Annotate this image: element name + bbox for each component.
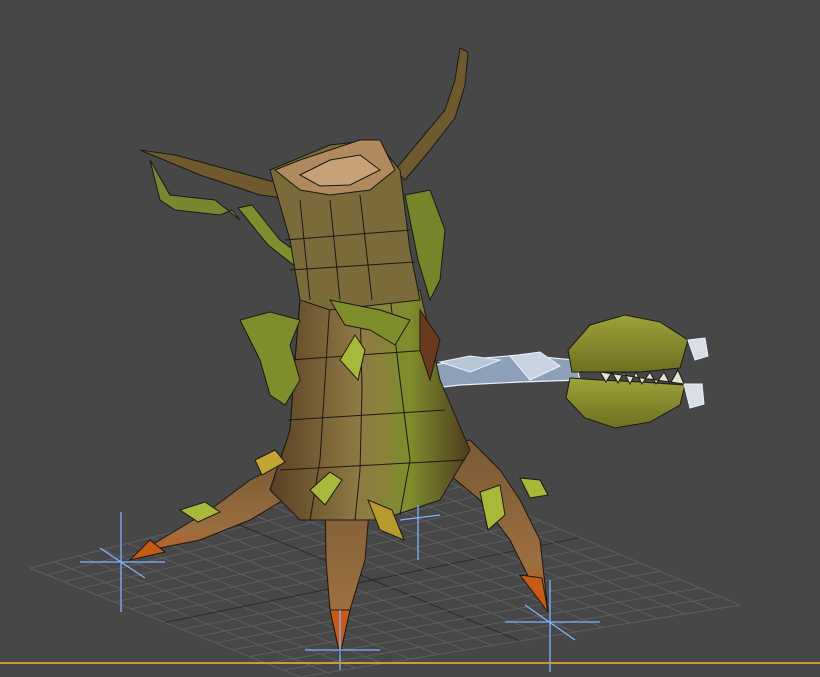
viewport-canvas[interactable] [0, 0, 820, 677]
top-right-branch [394, 47, 469, 181]
flytrap-head [565, 314, 709, 429]
grid-line [232, 570, 661, 651]
trunk-upper [269, 139, 421, 311]
grid-line [395, 475, 713, 610]
grid-line [249, 579, 681, 658]
grid-line [215, 562, 641, 644]
timeline-baseline [0, 662, 820, 664]
3d-viewport[interactable] [0, 0, 820, 677]
